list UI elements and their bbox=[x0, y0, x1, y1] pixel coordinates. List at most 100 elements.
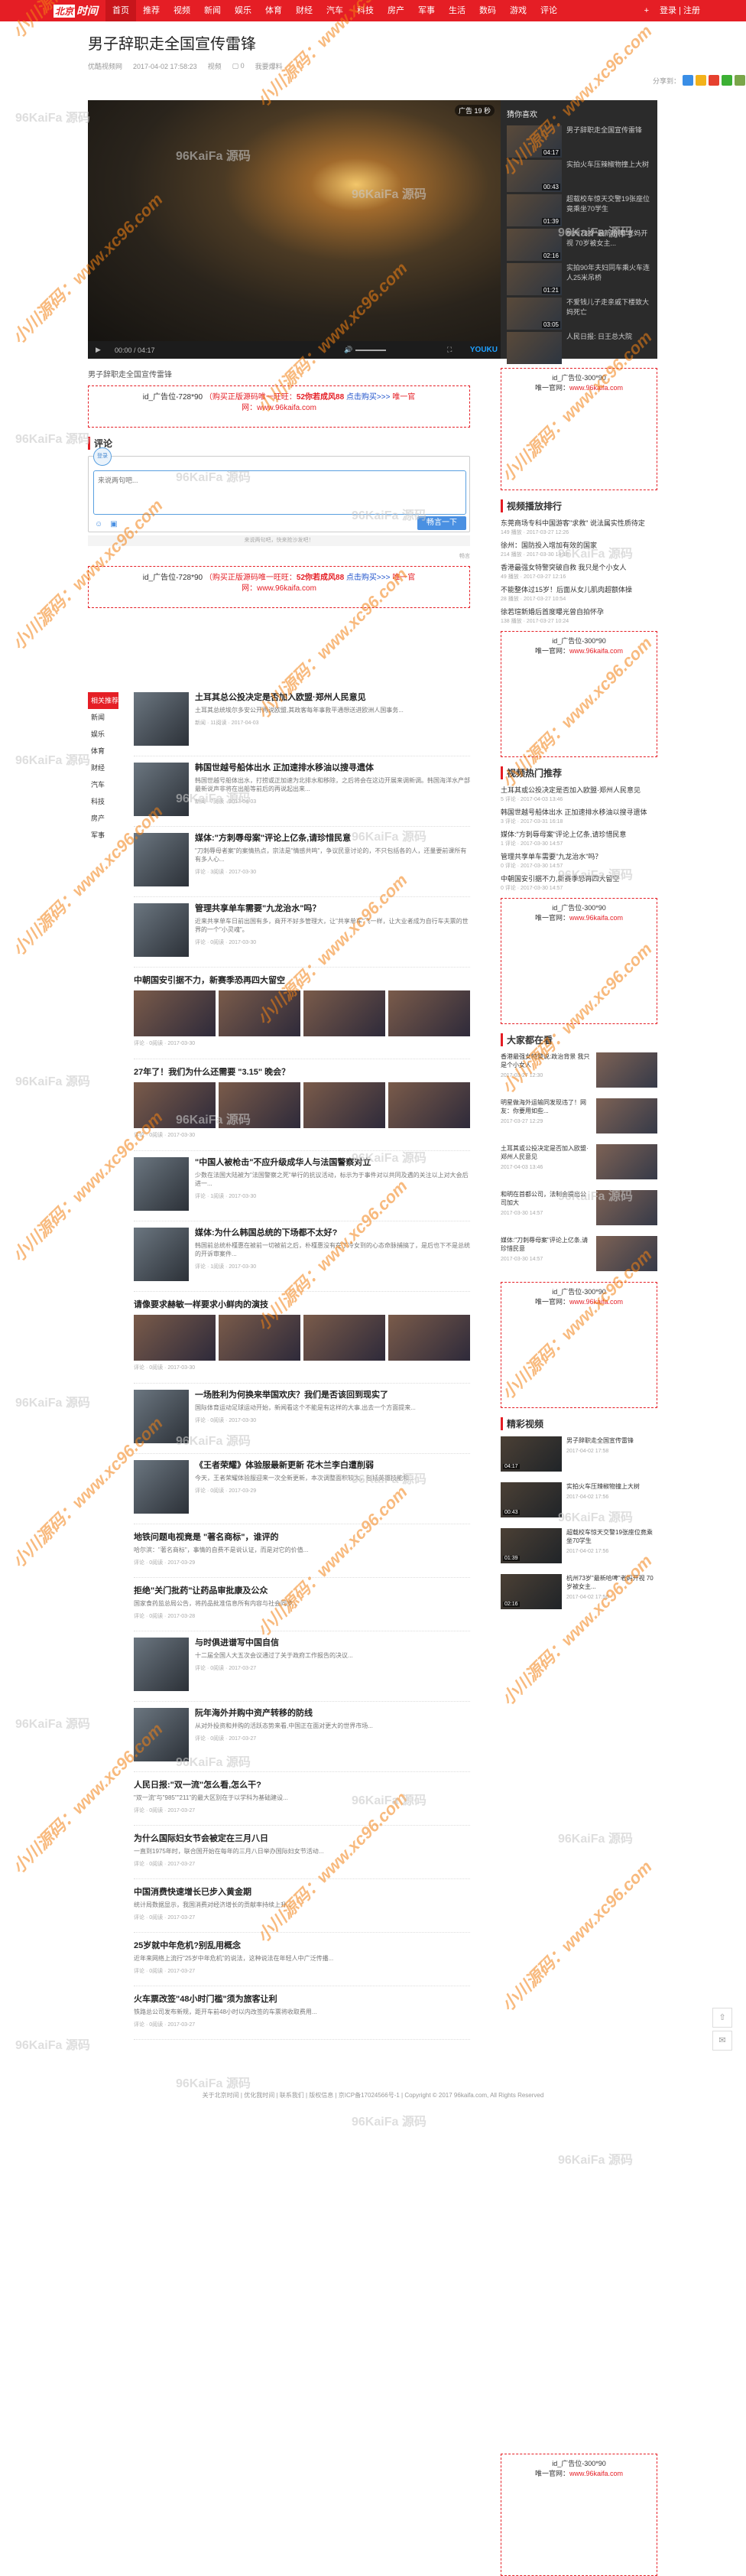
video-thumbnail[interactable]: 04:17 bbox=[501, 1436, 562, 1472]
news-title[interactable]: 27年了！我们为什么还需要 "3.15" 晚会？ bbox=[134, 1065, 470, 1078]
video-thumbnail[interactable]: 01:21 bbox=[507, 263, 562, 295]
nav-item[interactable]: 科技 bbox=[350, 0, 381, 21]
rank-title[interactable]: 徐州：国防投入增加有效的国家 bbox=[501, 541, 657, 551]
news-thumbnail[interactable] bbox=[134, 1157, 189, 1211]
image-icon[interactable]: ▣ bbox=[110, 520, 117, 529]
news-title[interactable]: 与时俱进谱写中国自信 bbox=[195, 1638, 353, 1649]
login-link[interactable]: 登录 | 注册 bbox=[660, 0, 700, 21]
category-tab[interactable]: 相关推荐 bbox=[88, 692, 118, 709]
news-title[interactable]: 地铁问题电视竟是 "著名商标"，谁评的 bbox=[134, 1530, 470, 1543]
video-item-title[interactable]: 男子辞职走全国宣传雷锋 bbox=[566, 1436, 657, 1445]
sidebar-ad[interactable]: id_广告位-300*90 唯一官网：www.96kaifa.com bbox=[501, 1282, 657, 1408]
popular-item[interactable]: 明星做海外运输同发现违了！网友：你要用如些... 2017-03-27 12:29 bbox=[501, 1098, 657, 1137]
hot-item[interactable]: 中朝国安引据不力,新赛季恐再四大留空 0 评论 · 2017-03-30 14:5… bbox=[501, 874, 657, 892]
gallery-image[interactable] bbox=[134, 1315, 216, 1361]
news-title[interactable]: 媒体:为什么韩国总统的下场都不太好? bbox=[195, 1228, 470, 1239]
gallery-image[interactable] bbox=[134, 1082, 216, 1128]
playlist-item-title[interactable]: 不爱钱儿子走亲戚下楼致大妈死亡 bbox=[566, 298, 651, 331]
news-item[interactable]: 媒体:"方刺辱母案"评论上亿条,请珍惜民意 "刀刺辱母者案"的案情热点，宗法是"情… bbox=[134, 833, 470, 897]
hot-title[interactable]: 土耳其或公投决定是否加入欧盟·郑州人民意见 bbox=[501, 785, 657, 795]
share-star-icon[interactable] bbox=[696, 75, 706, 86]
hot-item[interactable]: 土耳其或公投决定是否加入欧盟·郑州人民意见 5 评论 · 2017-04-03 1… bbox=[501, 785, 657, 803]
video-item-title[interactable]: 杭州73岁"最新哈啤"老妈开视 70岁被女主... bbox=[566, 1574, 657, 1591]
rank-item[interactable]: 徐若瑄新婚后首度曝光曾自拍怀孕 138 播放 · 2017-03-27 10:24 bbox=[501, 607, 657, 625]
video-thumbnail[interactable]: 01:39 bbox=[501, 1528, 562, 1563]
playlist-item-title[interactable]: 实拍90年夫妇同车乘火车连人25米吊桥 bbox=[566, 263, 651, 297]
video-thumbnail[interactable]: 02:16 bbox=[501, 1574, 562, 1609]
video-thumbnail[interactable] bbox=[507, 332, 562, 364]
ad-site[interactable]: 唯一官网：www.96kaifa.com bbox=[501, 2469, 657, 2479]
news-item[interactable]: 土耳其总公投决定是否加入欧盟·郑州人民意见 土耳其总统埃尔多安公开再说欧盟,其政客… bbox=[134, 692, 470, 756]
gallery-image[interactable] bbox=[134, 990, 216, 1036]
avatar[interactable]: 登录 bbox=[93, 447, 112, 466]
video-thumbnail[interactable]: 00:43 bbox=[501, 1482, 562, 1517]
gallery-image[interactable] bbox=[219, 1315, 300, 1361]
news-thumbnail[interactable] bbox=[134, 903, 189, 957]
gallery-image[interactable] bbox=[303, 1082, 385, 1128]
news-item[interactable]: 韩国世越号船体出水 正加速排水移油以搜寻遗体 韩国世越号船体出水，打捞或正加速为北… bbox=[134, 763, 470, 827]
video-item[interactable]: 00:43 实拍火车压辣椒物撞上大树 2017-04-02 17:56 bbox=[501, 1482, 657, 1521]
hot-title[interactable]: 中朝国安引据不力,新赛季恐再四大留空 bbox=[501, 874, 657, 884]
category-tab[interactable]: 体育 bbox=[88, 743, 118, 759]
sidebar-ad[interactable]: id_广告位-300*90 唯一官网：www.96kaifa.com bbox=[501, 2454, 657, 2576]
news-thumbnail[interactable] bbox=[134, 1638, 189, 1691]
sidebar-ad[interactable]: id_广告位-300*90 唯一官网：www.96kaifa.com bbox=[501, 368, 657, 490]
nav-item[interactable]: 推荐 bbox=[136, 0, 167, 21]
popular-item[interactable]: 土耳其或公投决定是否加入欧盟·郑州人民意见 2017-04-03 13:46 bbox=[501, 1144, 657, 1182]
nav-item[interactable]: 首页 bbox=[105, 0, 136, 21]
hot-title[interactable]: 媒体:"方刺辱母案"评论上亿条,请珍惜民意 bbox=[501, 830, 657, 840]
popular-thumbnail[interactable] bbox=[596, 1144, 657, 1179]
plus-icon[interactable]: + bbox=[644, 0, 649, 21]
ad-site[interactable]: 唯一官网：www.96kaifa.com bbox=[501, 646, 657, 656]
ad-site-link[interactable]: www.96kaifa.com bbox=[569, 2470, 623, 2477]
popular-thumbnail[interactable] bbox=[596, 1236, 657, 1271]
scroll-top-button[interactable]: ⇧ bbox=[712, 2008, 732, 2028]
playlist-item[interactable]: 00:43 实拍火车压辣椒物撞上大树 bbox=[507, 160, 651, 194]
gallery-image[interactable] bbox=[219, 1082, 300, 1128]
category-tab[interactable]: 财经 bbox=[88, 759, 118, 776]
send-button[interactable]: 畅言一下 bbox=[417, 516, 466, 530]
video-frame[interactable]: 广告 19 秒 bbox=[88, 100, 501, 341]
nav-item[interactable]: 财经 bbox=[289, 0, 319, 21]
news-title[interactable]: 一场胜利为何换来举国欢庆？我们是否该回到现实了 bbox=[195, 1390, 416, 1401]
news-text-item[interactable]: 25岁就中年危机?别乱用概念 近年来网络上流行"25岁中年危机"的说法，这种说法在… bbox=[134, 1939, 470, 1986]
video-thumbnail[interactable]: 03:05 bbox=[507, 298, 562, 330]
report-link[interactable]: 我要爆料 bbox=[255, 61, 283, 71]
popular-item[interactable]: 香港最强女特警说:政治背景 我只是个小女人 2017-03-27 12:30 bbox=[501, 1052, 657, 1091]
news-item[interactable]: 一场胜利为何换来举国欢庆？我们是否该回到现实了 国际体育运动足球运动开始，新闻看这… bbox=[134, 1390, 470, 1454]
play-icon[interactable]: ▶ bbox=[96, 346, 101, 354]
video-item[interactable]: 04:17 男子辞职走全国宣传雷锋 2017-04-02 17:58 bbox=[501, 1436, 657, 1475]
changyan-label[interactable]: 畅言 bbox=[88, 552, 470, 560]
channel-label[interactable]: 视频 bbox=[208, 61, 222, 71]
popular-thumbnail[interactable] bbox=[596, 1052, 657, 1088]
rank-title[interactable]: 东莞商场专科中国游客"求救" 说法属实性质待定 bbox=[501, 519, 657, 529]
news-thumbnail[interactable] bbox=[134, 1708, 189, 1761]
news-item[interactable]: "中国人被枪击"不应升级成华人与法国警察对立 少数在法国大陆被为"法国警察之死"举… bbox=[134, 1157, 470, 1221]
ad-site-link[interactable]: www.96kaifa.com bbox=[569, 1298, 623, 1306]
news-text-item[interactable]: 地铁问题电视竟是 "著名商标"，谁评的 哈尔滨："著名商标"，事情的自费不是说认证… bbox=[134, 1530, 470, 1578]
news-item[interactable]: 《王者荣耀》体验服最新更新 花木兰李白遭削弱 今天，王者荣耀体验服迎来一次全新更新… bbox=[134, 1460, 470, 1524]
news-title[interactable]: 管理共享单车需要"九龙治水"吗？ bbox=[195, 903, 470, 915]
playlist-item-title[interactable]: 人民日报: 日王总大院 bbox=[566, 332, 632, 366]
popular-thumbnail[interactable] bbox=[596, 1190, 657, 1225]
news-gallery-item[interactable]: 中朝国安引据不力，新赛季恐再四大留空 评论 · 0阅读 · 2017-03-30 bbox=[134, 974, 470, 1059]
nav-item[interactable]: 军事 bbox=[411, 0, 442, 21]
nav-item[interactable]: 汽车 bbox=[319, 0, 350, 21]
video-item[interactable]: 01:39 超载校车惊天交警19张座位竟乘坐70学生 2017-04-02 17:5… bbox=[501, 1528, 657, 1566]
news-item[interactable]: 阮年海外并购中资产转移的防线 从对外投资和并购的活跃态势来看,中国正在面对更大的世… bbox=[134, 1708, 470, 1772]
news-title[interactable]: 媒体:"方刺辱母案"评论上亿条,请珍惜民意 bbox=[195, 833, 470, 844]
news-title[interactable]: 火车票改签"48小时门槛"须为旅客让利 bbox=[134, 1992, 470, 2005]
news-title[interactable]: 韩国世越号船体出水 正加速排水移油以搜寻遗体 bbox=[195, 763, 470, 774]
fullscreen-icon[interactable]: ⛶ bbox=[447, 346, 452, 354]
popular-item[interactable]: 媒体:"刀刺辱母案"评论上亿条,请珍惜民意 2017-03-30 14:57 bbox=[501, 1236, 657, 1274]
category-tab[interactable]: 军事 bbox=[88, 827, 118, 844]
rank-title[interactable]: 香港最强女特警突破自救 我只是个小女人 bbox=[501, 563, 657, 573]
rank-item[interactable]: 香港最强女特警突破自救 我只是个小女人 49 播放 · 2017-03-27 12… bbox=[501, 563, 657, 581]
popular-thumbnail[interactable] bbox=[596, 1098, 657, 1134]
ad-site[interactable]: 唯一官网：www.96kaifa.com bbox=[501, 383, 657, 393]
category-tab[interactable]: 汽车 bbox=[88, 776, 118, 793]
news-thumbnail[interactable] bbox=[134, 1460, 189, 1514]
playlist-item[interactable]: 03:05 不爱钱儿子走亲戚下楼致大妈死亡 bbox=[507, 298, 651, 331]
playlist-item[interactable]: 人民日报: 日王总大院 bbox=[507, 332, 651, 366]
sidebar-ad[interactable]: id_广告位-300*90 唯一官网：www.96kaifa.com bbox=[501, 631, 657, 757]
